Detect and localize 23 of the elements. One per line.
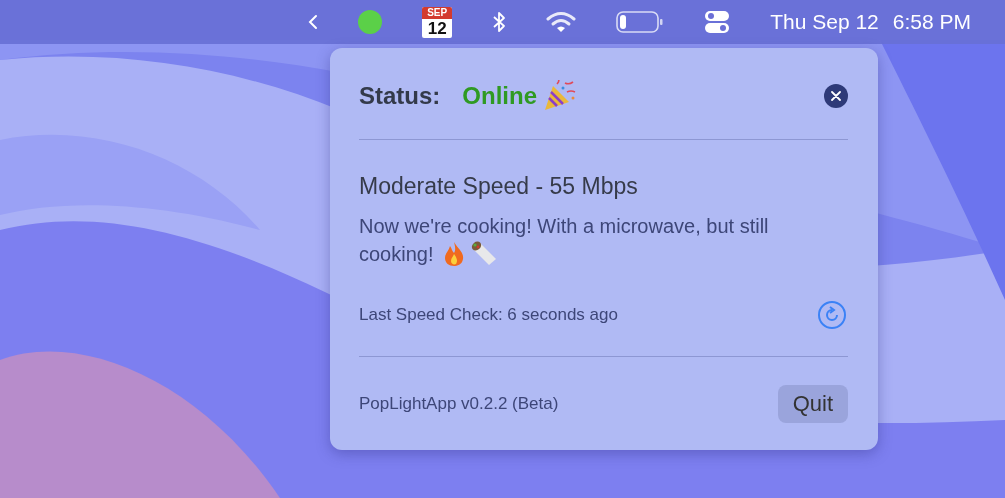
bluetooth-icon[interactable]	[492, 11, 507, 33]
wifi-icon[interactable]	[546, 11, 577, 33]
speed-title: Moderate Speed - 55 Mbps	[359, 173, 639, 200]
quit-button[interactable]: Quit	[777, 385, 848, 423]
chevron-left-icon[interactable]	[308, 14, 319, 30]
close-button[interactable]	[824, 84, 848, 108]
clock-date[interactable]: Thu Sep 12	[770, 10, 879, 34]
version-text: PopLightApp v0.2.2 (Beta)	[359, 394, 559, 414]
burrito-icon	[469, 241, 498, 267]
status-value: Online	[462, 82, 537, 110]
calendar-month: SEP	[422, 6, 453, 19]
status-dot-icon[interactable]	[358, 10, 383, 34]
speed-message: Now we're cooking! With a microwave, but still	[359, 214, 769, 239]
status-label: Status:	[359, 82, 441, 110]
calendar-icon[interactable]: SEP 12	[422, 6, 453, 38]
control-center-icon[interactable]	[704, 9, 731, 35]
calendar-day: 12	[422, 18, 453, 38]
clock-time[interactable]: 6:58 PM	[892, 10, 971, 34]
speed-message: cooking!	[359, 242, 434, 267]
last-check-text: Last Speed Check: 6 seconds ago	[359, 305, 618, 325]
close-icon	[831, 91, 841, 101]
party-popper-icon	[543, 80, 577, 112]
battery-icon[interactable]	[616, 10, 665, 34]
